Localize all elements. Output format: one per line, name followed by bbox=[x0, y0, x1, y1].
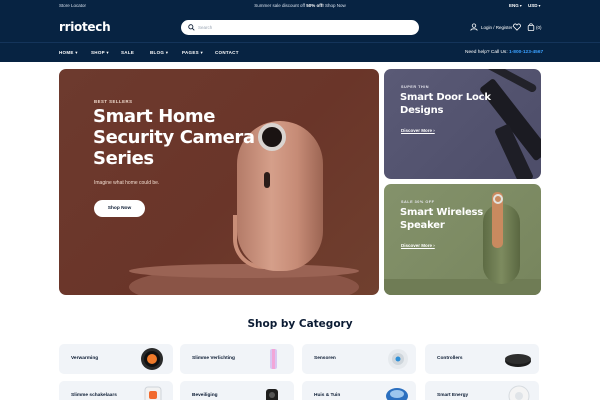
light-strip-icon bbox=[270, 349, 277, 369]
speaker-surface-image bbox=[384, 279, 541, 295]
door-lock-banner[interactable]: SUPER THIN Smart Door Lock Designs Disco… bbox=[384, 69, 541, 179]
category-label: Slimme Verlichting bbox=[192, 356, 235, 361]
hero-banner: BEST SELLERS Smart Home Security Camera … bbox=[59, 69, 379, 295]
category-card[interactable]: Sensoren bbox=[302, 344, 416, 374]
chevron-down-icon: ▾ bbox=[198, 50, 204, 55]
currency-selector[interactable]: USD▾ bbox=[528, 3, 541, 8]
wireless-speaker-banner[interactable]: SALE 30% OFF Smart Wireless Speaker Disc… bbox=[384, 184, 541, 295]
banner-eyebrow: SUPER THIN bbox=[401, 85, 429, 89]
switch-icon bbox=[144, 386, 162, 400]
hub-icon bbox=[505, 354, 531, 367]
chevron-down-icon: ▾ bbox=[538, 3, 541, 8]
logo[interactable]: rriotech bbox=[59, 20, 111, 34]
help-contact: Need help? Call Us: 1-800-123-4567 bbox=[465, 50, 544, 55]
category-card[interactable]: Huis & Tuin bbox=[302, 381, 416, 400]
camera-slot-image bbox=[264, 172, 270, 188]
hero-title: Smart Home Security Camera Series bbox=[93, 106, 255, 169]
chevron-right-icon: › bbox=[432, 243, 435, 248]
hero-eyebrow: BEST SELLERS bbox=[94, 99, 133, 104]
category-label: Beveiliging bbox=[192, 393, 218, 398]
header: rriotech Login / Register (0) bbox=[0, 12, 600, 42]
category-card[interactable]: Smart Energy bbox=[425, 381, 539, 400]
category-card[interactable]: Slimme Verlichting bbox=[180, 344, 294, 374]
nav-item-pages[interactable]: PAGES ▾ bbox=[182, 50, 203, 56]
category-label: Slimme schakelaars bbox=[71, 393, 117, 398]
nav-item-shop[interactable]: SHOP ▾ bbox=[91, 50, 109, 56]
cart-count: (0) bbox=[536, 25, 542, 30]
main-nav: HOME ▾ SHOP ▾ SALE BLOG ▾ PAGES ▾ CONTAC… bbox=[0, 42, 600, 62]
nav-item-sale[interactable]: SALE bbox=[121, 50, 134, 55]
login-register-link[interactable]: Login / Register bbox=[481, 25, 513, 30]
top-bar: Store Locator Summer sale discount off 5… bbox=[0, 0, 600, 12]
category-card[interactable]: Slimme schakelaars bbox=[59, 381, 173, 400]
category-card[interactable]: Verwarming bbox=[59, 344, 173, 374]
camera-icon bbox=[266, 389, 278, 400]
chevron-down-icon: ▾ bbox=[519, 3, 522, 8]
category-label: Sensoren bbox=[314, 356, 336, 361]
nav-item-blog[interactable]: BLOG ▾ bbox=[150, 50, 168, 56]
category-card[interactable]: Beveiliging bbox=[180, 381, 294, 400]
wishlist-heart-icon[interactable] bbox=[513, 23, 521, 31]
search-icon bbox=[188, 24, 195, 31]
category-label: Verwarming bbox=[71, 356, 99, 361]
user-icon[interactable] bbox=[470, 23, 478, 31]
category-label: Smart Energy bbox=[437, 393, 469, 398]
sensor-icon bbox=[388, 349, 408, 369]
chevron-down-icon: ▾ bbox=[104, 50, 109, 55]
robot-vacuum-icon bbox=[386, 388, 408, 400]
nav-item-home[interactable]: HOME ▾ bbox=[59, 50, 78, 56]
energy-meter-icon bbox=[508, 385, 530, 400]
section-title: Shop by Category bbox=[247, 318, 353, 330]
discover-more-link[interactable]: Discover More › bbox=[401, 243, 435, 248]
category-label: Controllers bbox=[437, 356, 463, 361]
language-selector[interactable]: ENG▾ bbox=[509, 3, 522, 8]
category-card[interactable]: Controllers bbox=[425, 344, 539, 374]
banner-title: Smart Door Lock Designs bbox=[400, 92, 491, 116]
hero-subtitle: Imagine what home could be. bbox=[94, 180, 160, 186]
shop-now-button[interactable]: Shop Now bbox=[94, 200, 145, 217]
pedestal-top-image bbox=[129, 264, 359, 278]
nav-item-contact[interactable]: CONTACT bbox=[215, 50, 239, 55]
search-bar[interactable] bbox=[181, 20, 419, 35]
banner-eyebrow: SALE 30% OFF bbox=[401, 200, 435, 204]
discover-more-link[interactable]: Discover More › bbox=[401, 128, 435, 133]
thermostat-icon bbox=[141, 348, 163, 370]
chevron-down-icon: ▾ bbox=[73, 50, 78, 55]
category-label: Huis & Tuin bbox=[314, 393, 341, 398]
banner-title: Smart Wireless Speaker bbox=[400, 207, 484, 231]
cart-bag-icon[interactable] bbox=[527, 23, 535, 31]
shop-now-link[interactable]: Shop Now bbox=[324, 3, 346, 8]
speaker-ring-image bbox=[493, 194, 503, 204]
search-input[interactable] bbox=[198, 22, 398, 33]
chevron-down-icon: ▾ bbox=[164, 50, 169, 55]
help-phone-link[interactable]: 1-800-123-4567 bbox=[509, 50, 543, 55]
chevron-right-icon: › bbox=[432, 128, 435, 133]
